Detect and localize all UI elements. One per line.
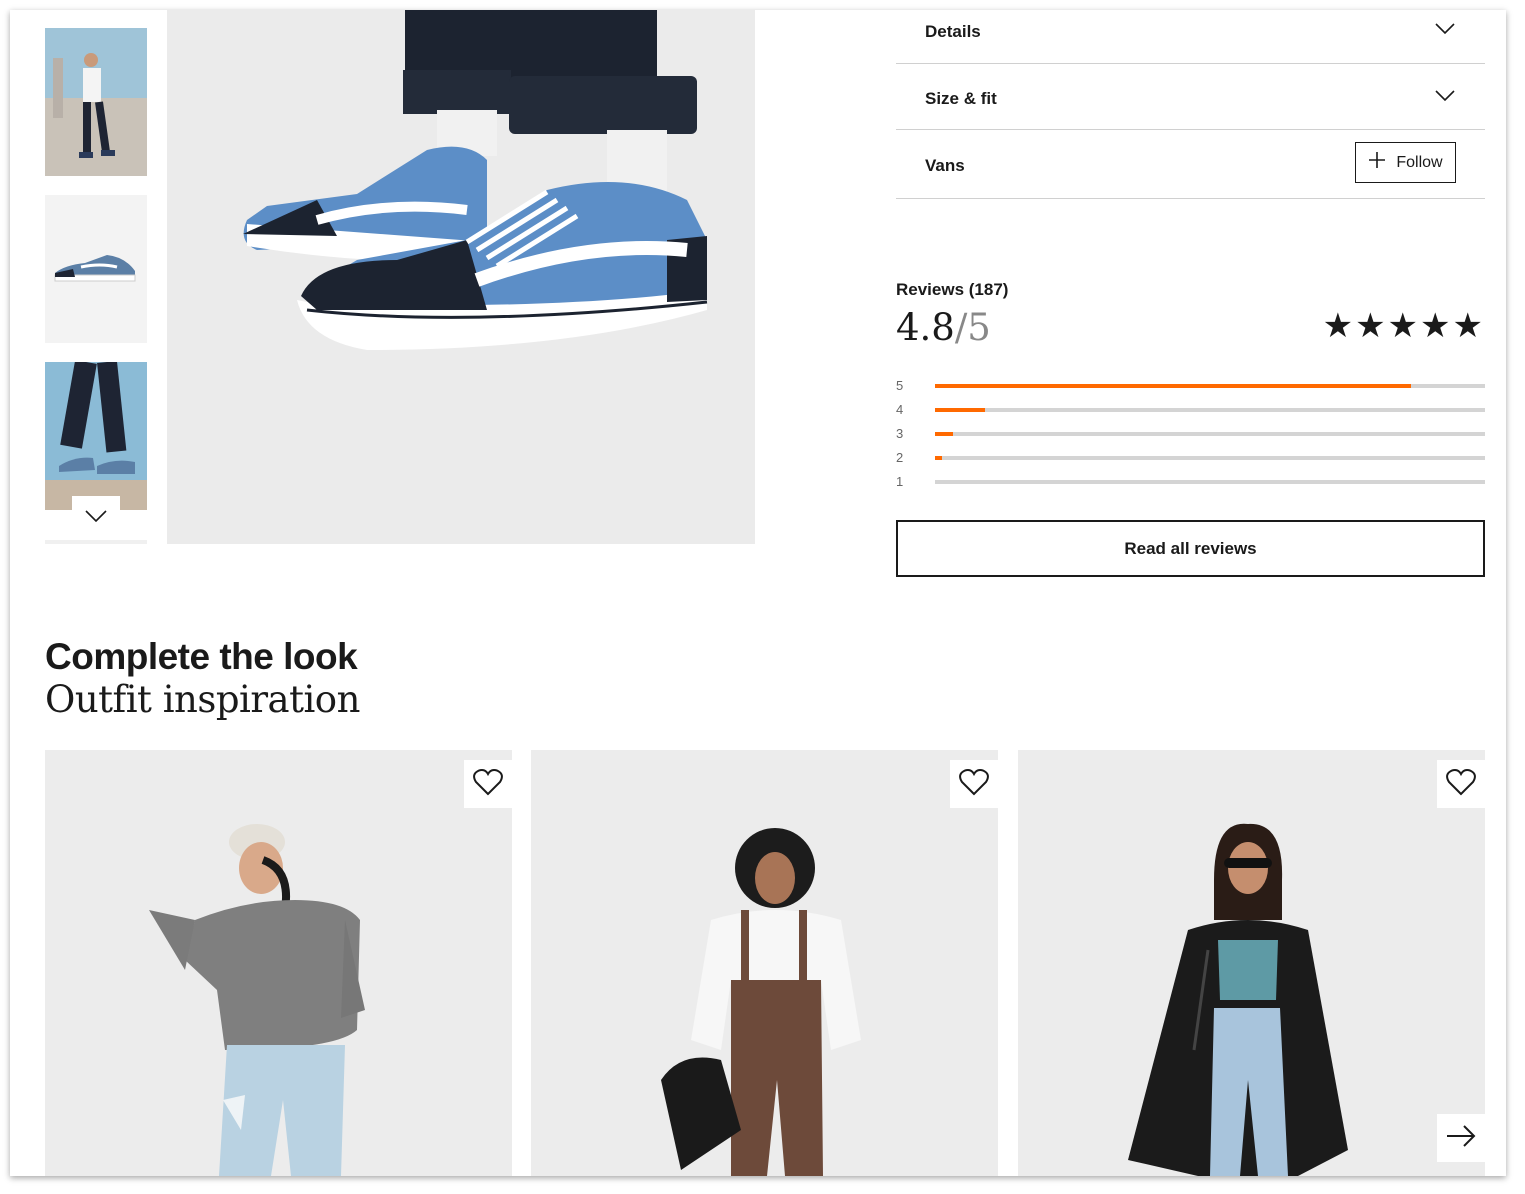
arrow-right-icon <box>1446 1124 1476 1152</box>
chevron-down-icon <box>1435 89 1455 107</box>
heart-icon <box>473 768 503 801</box>
outfit-card-1[interactable] <box>45 750 512 1176</box>
heart-icon <box>1446 768 1476 801</box>
star-rating: ★★★★★ <box>1322 307 1485 345</box>
rating-bar-fill <box>935 432 953 436</box>
rating-bar-track <box>935 480 1485 484</box>
rating-bar-fill <box>935 456 942 460</box>
rating-bar-label: 3 <box>896 426 904 441</box>
chevron-down-icon <box>1435 22 1455 40</box>
thumbnail-1[interactable] <box>45 28 147 176</box>
thumbnail-3[interactable] <box>45 362 147 510</box>
rating-bar-label: 2 <box>896 450 904 465</box>
rating-max: /5 <box>954 306 991 349</box>
brand-name[interactable]: Vans <box>925 156 965 176</box>
rating-bar-row: 1 <box>896 474 1485 498</box>
outfit-card-2[interactable] <box>531 750 998 1176</box>
rating-bar-label: 5 <box>896 378 904 393</box>
plus-icon <box>1368 151 1386 174</box>
thumbnail-2[interactable] <box>45 195 147 343</box>
favorite-button[interactable] <box>950 760 998 808</box>
carousel-next-button[interactable] <box>1437 1114 1485 1162</box>
product-info-panel: Details Size & fit Vans Follow Reviews (… <box>896 10 1485 577</box>
rating-bar-label: 1 <box>896 474 904 489</box>
reviews-title: Reviews (187) <box>896 280 1009 299</box>
rating-bar-row: 5 <box>896 378 1485 402</box>
rating-distribution: 5 4 3 2 1 <box>896 378 1485 498</box>
follow-brand-button[interactable]: Follow <box>1355 142 1456 183</box>
rating-bar-track <box>935 432 1485 436</box>
follow-label: Follow <box>1396 153 1443 171</box>
thumbnails-scroll-down-button[interactable] <box>72 496 120 540</box>
details-label: Details <box>925 22 981 41</box>
read-all-reviews-button[interactable]: Read all reviews <box>896 520 1485 577</box>
rating-bar-track <box>935 408 1485 412</box>
rating-bar-fill <box>935 408 985 412</box>
favorite-button[interactable] <box>464 760 512 808</box>
outfit-card-3[interactable] <box>1018 750 1485 1176</box>
complete-look-title: Complete the look <box>45 636 358 677</box>
rating-score: 4.8 <box>896 306 955 349</box>
rating-bar-fill <box>935 384 1411 388</box>
main-product-image[interactable] <box>167 10 755 544</box>
thumbnail-4-partial <box>45 540 147 544</box>
rating-bar-row: 4 <box>896 402 1485 426</box>
size-fit-accordion[interactable]: Size & fit <box>896 64 1485 130</box>
thumbnail-rail <box>45 10 147 544</box>
rating-bar-row: 2 <box>896 450 1485 474</box>
details-accordion[interactable]: Details <box>896 10 1485 64</box>
size-fit-label: Size & fit <box>925 89 997 108</box>
heart-icon <box>959 768 989 801</box>
favorite-button[interactable] <box>1437 760 1485 808</box>
chevron-down-icon <box>85 509 107 527</box>
page-frame: Details Size & fit Vans Follow Reviews (… <box>10 10 1506 1176</box>
complete-look-subtitle: Outfit inspiration <box>45 678 360 721</box>
rating-bar-row: 3 <box>896 426 1485 450</box>
rating-bar-label: 4 <box>896 402 904 417</box>
rating-value: 4.8/5 <box>896 306 991 349</box>
rating-bar-track <box>935 384 1485 388</box>
rating-bar-track <box>935 456 1485 460</box>
